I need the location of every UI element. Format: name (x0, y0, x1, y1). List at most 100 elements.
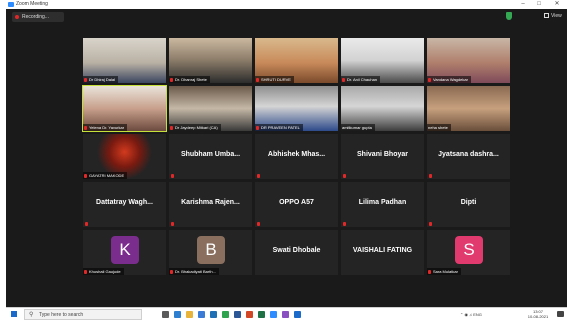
muted-mic-icon (429, 174, 432, 178)
record-icon (15, 15, 19, 19)
participant-name-label: Vandana Wagdekar (427, 76, 471, 83)
word-icon[interactable] (234, 311, 241, 318)
participant-name-label: SHRUTI DURVE (255, 76, 294, 83)
view-button[interactable]: View (544, 12, 562, 20)
participant-tile[interactable]: Vandana Wagdekar (427, 38, 510, 83)
zoom-window: Zoom Meeting – □ ✕ Recording... View Dr … (6, 0, 567, 307)
participant-tile[interactable]: Shivani Bhoyar (341, 134, 424, 179)
participant-tile[interactable]: B Dr. Bhakadiyati Barth... (169, 230, 252, 275)
participant-tile[interactable]: SHRUTI DURVE (255, 38, 338, 83)
participant-name: Dr Dhiraj Dalal (89, 77, 116, 82)
participant-name: Dr. Anil Chauhan (347, 77, 378, 82)
language-indicator[interactable]: ENG (473, 312, 482, 317)
participant-tile[interactable]: Dr Jaydeep Mitkari (CA) (169, 86, 252, 131)
participant-tile[interactable]: K Khushali Gaujude (83, 230, 166, 275)
muted-mic-icon (343, 222, 346, 226)
participant-name-label: amitkumar gupta (341, 124, 375, 131)
maximize-button[interactable]: □ (532, 0, 546, 9)
store-icon[interactable] (198, 311, 205, 318)
muted-mic-icon (257, 222, 260, 226)
muted-mic-icon (429, 222, 432, 226)
participant-name-label: Dr. Bhakadiyati Barth... (169, 268, 219, 275)
notifications-icon[interactable] (557, 311, 564, 317)
windows-start-icon[interactable] (11, 311, 17, 317)
participant-tile[interactable]: Dr Dhiraj Dalal (83, 38, 166, 83)
participant-name: VAISHALI FATING (352, 247, 413, 254)
participant-tile[interactable]: Dattatray Wagh... (83, 182, 166, 227)
participant-name: neha shete (428, 125, 448, 130)
muted-mic-icon (256, 78, 259, 82)
muted-mic-icon (170, 78, 173, 82)
participant-tile[interactable]: GAYATRI MAKODE (83, 134, 166, 179)
muted-mic-icon (256, 126, 259, 130)
participant-avatar: B (197, 236, 225, 264)
participant-name: Abhishek Mhas... (267, 151, 326, 158)
participant-tile[interactable]: Dipti (427, 182, 510, 227)
participant-name-label: DR PRAVEEN PATEL (255, 124, 303, 131)
zoom-logo-icon (8, 2, 14, 7)
participant-name: GAYATRI MAKODE (89, 173, 125, 178)
participant-tile[interactable]: Jyatsana dashra... (427, 134, 510, 179)
participant-name: Karishma Rajen... (181, 199, 240, 206)
participant-name: Dipti (460, 199, 477, 206)
network-icon[interactable]: ◉ (464, 312, 468, 317)
participant-tile[interactable]: Swati Dhobale (255, 230, 338, 275)
close-button[interactable]: ✕ (550, 0, 564, 9)
muted-mic-icon (84, 78, 87, 82)
muted-mic-icon (171, 222, 174, 226)
search-placeholder: Type here to search (39, 312, 84, 318)
system-tray[interactable]: ⌃ ◉ ♫ ENG (460, 311, 482, 318)
settings-icon[interactable] (294, 311, 301, 318)
participant-avatar: K (111, 236, 139, 264)
participant-name: Jyatsana dashra... (438, 151, 499, 158)
encryption-shield-icon[interactable] (506, 12, 512, 20)
task-view-icon[interactable] (162, 311, 169, 318)
clock-date: 10-08-2021 (527, 314, 549, 319)
edge-icon[interactable] (174, 311, 181, 318)
taskbar-search-box[interactable]: ⚲ Type here to search (24, 309, 142, 320)
participant-avatar: S (455, 236, 483, 264)
participant-tile[interactable]: neha shete (427, 86, 510, 131)
participant-tile[interactable]: Dr. Anil Chauhan (341, 38, 424, 83)
participant-name-label: Dr. Anil Chauhan (341, 76, 381, 83)
volume-icon[interactable]: ♫ (469, 312, 472, 317)
participant-name-label: neha shete (427, 124, 451, 131)
participant-name: amitkumar gupta (342, 125, 372, 130)
photos-icon[interactable] (282, 311, 289, 318)
participant-tile[interactable]: amitkumar gupta (341, 86, 424, 131)
participant-tile[interactable]: Yelena Dr. Yavurkar (82, 85, 167, 132)
participant-tile[interactable]: S Sara Mulatkar (427, 230, 510, 275)
participant-name: Dr. Dhanraj Shete (175, 77, 207, 82)
participant-name-label: Dr Dhiraj Dalal (83, 76, 119, 83)
participant-name-label: Yelena Dr. Yavurkar (83, 124, 128, 131)
participant-tile[interactable]: Karishma Rajen... (169, 182, 252, 227)
view-label: View (551, 13, 562, 19)
tray-up-icon[interactable]: ⌃ (460, 312, 463, 317)
participant-name: Yelena Dr. Yavurkar (89, 125, 125, 130)
participant-tile[interactable]: Abhishek Mhas... (255, 134, 338, 179)
participant-tile[interactable]: Shubham Umba... (169, 134, 252, 179)
excel-icon[interactable] (258, 311, 265, 318)
minimize-button[interactable]: – (516, 0, 530, 9)
muted-mic-icon (84, 174, 87, 178)
participant-name: Dr. Bhakadiyati Barth... (175, 269, 216, 274)
participant-tile[interactable]: OPPO A57 (255, 182, 338, 227)
participant-tile[interactable]: Lilima Padhan (341, 182, 424, 227)
participant-tile[interactable]: VAISHALI FATING (341, 230, 424, 275)
chrome-icon[interactable] (222, 311, 229, 318)
participant-name-label: Dr Jaydeep Mitkari (CA) (169, 124, 221, 131)
participant-name: Lilima Padhan (358, 199, 407, 206)
zoom-icon[interactable] (270, 311, 277, 318)
muted-mic-icon (342, 78, 345, 82)
participant-tile[interactable]: Dr. Dhanraj Shete (169, 38, 252, 83)
recording-indicator[interactable]: Recording... (12, 12, 64, 22)
title-bar: Zoom Meeting – □ ✕ (6, 0, 567, 9)
powerpoint-icon[interactable] (246, 311, 253, 318)
participant-name: OPPO A57 (279, 199, 314, 206)
file-explorer-icon[interactable] (186, 311, 193, 318)
mail-icon[interactable] (210, 311, 217, 318)
participant-name: SHRUTI DURVE (261, 77, 291, 82)
participant-tile[interactable]: DR PRAVEEN PATEL (255, 86, 338, 131)
muted-mic-icon (428, 270, 431, 274)
taskbar-clock[interactable]: 13:07 10-08-2021 (527, 309, 549, 319)
